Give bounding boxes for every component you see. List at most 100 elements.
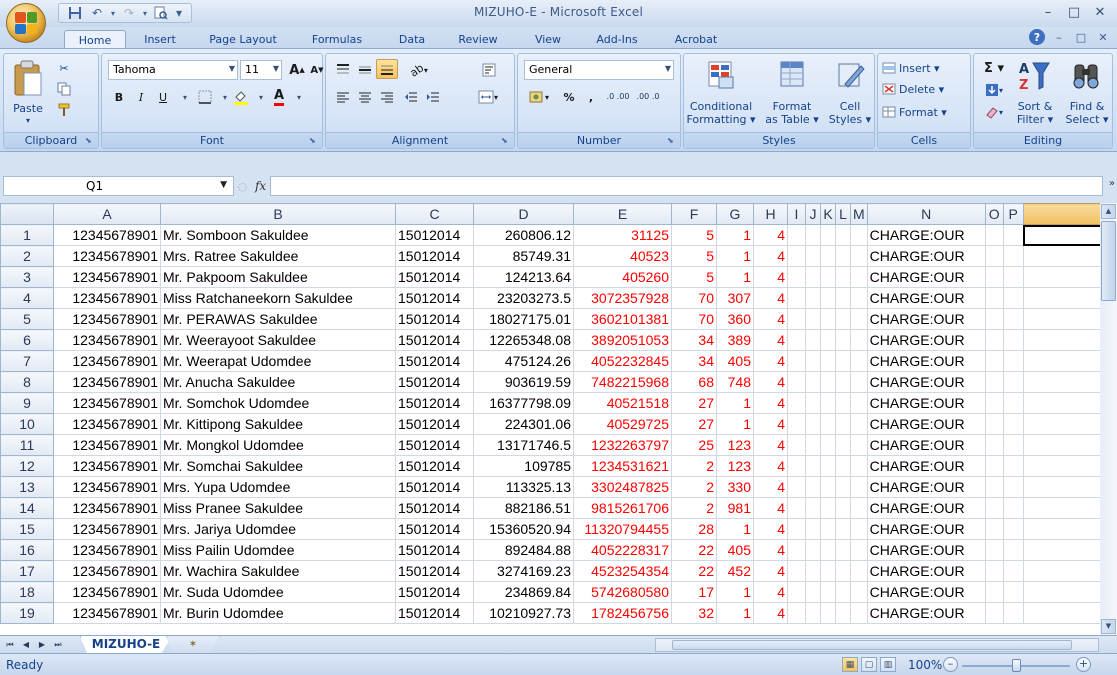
cell-f[interactable]: 25 [671, 434, 717, 456]
cell-h[interactable]: 4 [753, 224, 788, 246]
cell-n[interactable]: CHARGE:OUR [866, 497, 986, 519]
normal-view-icon[interactable]: ▦ [842, 657, 858, 672]
tab-acrobat[interactable]: Acrobat [666, 30, 726, 49]
cell-i[interactable] [787, 224, 806, 246]
formula-input[interactable] [270, 176, 1103, 196]
cell-l[interactable] [835, 224, 851, 246]
cell-m[interactable] [850, 287, 868, 309]
cell-b[interactable]: Mr. Somboon Sakuldee [160, 224, 396, 246]
cell-f[interactable]: 70 [671, 308, 717, 330]
cell-d[interactable]: 124213.64 [473, 266, 574, 288]
cell-m[interactable] [850, 224, 868, 246]
cell-k[interactable] [820, 371, 836, 393]
cell-a[interactable]: 12345678901 [53, 455, 161, 477]
cell-g[interactable]: 1 [716, 266, 754, 288]
scroll-down-icon[interactable]: ▼ [1101, 619, 1116, 634]
cell-j[interactable] [805, 224, 821, 246]
insert-cells-button[interactable]: Insert ▾ [882, 58, 940, 78]
cell-m[interactable] [850, 455, 868, 477]
cell-q[interactable] [1022, 287, 1104, 309]
cell-o[interactable] [984, 602, 1004, 624]
cell-f[interactable]: 22 [671, 539, 717, 561]
cell-e[interactable]: 1782456756 [573, 602, 672, 624]
cell-p[interactable] [1002, 560, 1024, 582]
cell-c[interactable]: 15012014 [395, 287, 474, 309]
cell-i[interactable] [787, 476, 806, 498]
cell-h[interactable]: 4 [753, 392, 788, 414]
cell-h[interactable]: 4 [753, 539, 788, 561]
column-header-g[interactable]: G [716, 203, 754, 225]
align-left-icon[interactable] [332, 87, 354, 107]
cell-a[interactable]: 12345678901 [53, 497, 161, 519]
cell-a[interactable]: 12345678901 [53, 560, 161, 582]
cell-p[interactable] [1002, 434, 1024, 456]
cell-e[interactable]: 3602101381 [573, 308, 672, 330]
cell-f[interactable]: 34 [671, 329, 717, 351]
cell-h[interactable]: 4 [753, 434, 788, 456]
cell-o[interactable] [984, 392, 1004, 414]
cell-a[interactable]: 12345678901 [53, 287, 161, 309]
cell-d[interactable]: 85749.31 [473, 245, 574, 267]
cell-i[interactable] [787, 539, 806, 561]
cell-l[interactable] [835, 413, 851, 435]
column-header-o[interactable]: O [984, 203, 1004, 225]
cell-o[interactable] [984, 224, 1004, 246]
cell-j[interactable] [805, 371, 821, 393]
row-header[interactable]: 19 [0, 602, 54, 624]
clipboard-launcher-icon[interactable]: ⬊ [85, 136, 95, 146]
cell-g[interactable]: 1 [716, 245, 754, 267]
cell-p[interactable] [1002, 392, 1024, 414]
cell-h[interactable]: 4 [753, 455, 788, 477]
cell-f[interactable]: 32 [671, 602, 717, 624]
cell-i[interactable] [787, 266, 806, 288]
cell-l[interactable] [835, 392, 851, 414]
cell-j[interactable] [805, 287, 821, 309]
cell-i[interactable] [787, 308, 806, 330]
align-top-icon[interactable] [332, 60, 354, 80]
cell-l[interactable] [835, 455, 851, 477]
cell-p[interactable] [1002, 539, 1024, 561]
row-header[interactable]: 1 [0, 224, 54, 246]
cell-k[interactable] [820, 434, 836, 456]
cell-g[interactable]: 1 [716, 518, 754, 540]
cell-b[interactable]: Mrs. Ratree Sakuldee [160, 245, 396, 267]
cell-m[interactable] [850, 371, 868, 393]
cell-q[interactable] [1022, 350, 1104, 372]
cell-k[interactable] [820, 602, 836, 624]
cell-h[interactable]: 4 [753, 413, 788, 435]
cell-j[interactable] [805, 413, 821, 435]
column-header-m[interactable]: M [850, 203, 868, 225]
cell-k[interactable] [820, 497, 836, 519]
cell-styles-label[interactable]: Cell Styles ▾ [824, 100, 876, 126]
cell-c[interactable]: 15012014 [395, 602, 474, 624]
cell-d[interactable]: 113325.13 [473, 476, 574, 498]
cell-c[interactable]: 15012014 [395, 371, 474, 393]
cell-e[interactable]: 3302487825 [573, 476, 672, 498]
cell-q[interactable] [1022, 497, 1104, 519]
workbook-close-button[interactable]: ✕ [1095, 29, 1111, 45]
cell-g[interactable]: 1 [716, 602, 754, 624]
cell-g[interactable]: 748 [716, 371, 754, 393]
prev-sheet-icon[interactable]: ◀ [20, 638, 32, 652]
percent-style-button[interactable]: % [558, 87, 580, 107]
cell-q[interactable] [1022, 539, 1104, 561]
cell-m[interactable] [850, 329, 868, 351]
cell-l[interactable] [835, 476, 851, 498]
cell-j[interactable] [805, 392, 821, 414]
cell-q[interactable] [1022, 434, 1104, 456]
sort-filter-label[interactable]: Sort & Filter ▾ [1010, 100, 1060, 126]
format-as-table-icon[interactable] [778, 58, 808, 92]
cell-o[interactable] [984, 560, 1004, 582]
cell-f[interactable]: 5 [671, 245, 717, 267]
cell-k[interactable] [820, 224, 836, 246]
tab-insert[interactable]: Insert [133, 30, 187, 49]
cell-j[interactable] [805, 455, 821, 477]
cell-f[interactable]: 27 [671, 392, 717, 414]
cell-l[interactable] [835, 287, 851, 309]
tab-page-layout[interactable]: Page Layout [197, 30, 289, 49]
font-color-dropdown-icon[interactable]: ▾ [288, 87, 310, 107]
cell-e[interactable]: 1232263797 [573, 434, 672, 456]
cell-f[interactable]: 2 [671, 497, 717, 519]
cell-k[interactable] [820, 350, 836, 372]
cell-e[interactable]: 4052228317 [573, 539, 672, 561]
